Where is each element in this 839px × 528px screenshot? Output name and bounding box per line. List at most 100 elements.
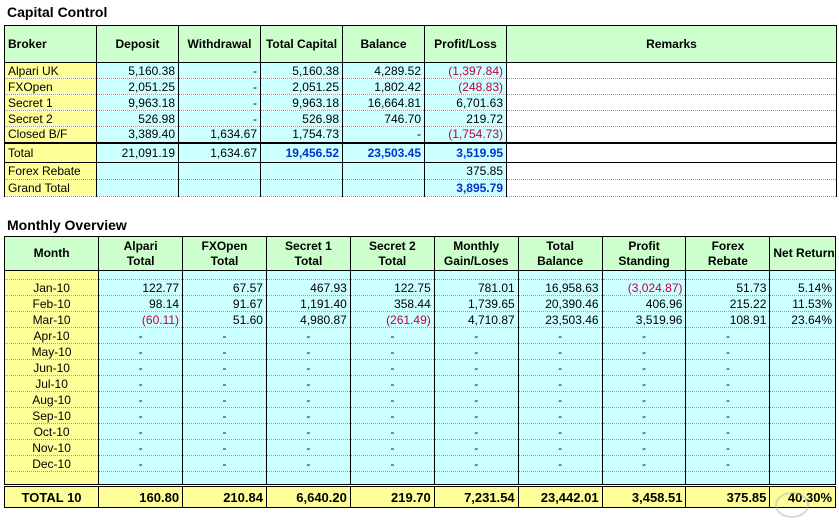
- value-cell: -: [265, 423, 351, 440]
- value-cell: 5.14%: [769, 279, 836, 296]
- deposit-cell: 5,160.38: [96, 62, 179, 79]
- value-cell: [98, 471, 184, 486]
- value-cell: -: [349, 439, 435, 456]
- value-cell: 358.44: [349, 295, 435, 312]
- value-cell: 1,191.40: [265, 295, 351, 312]
- value-cell: [98, 270, 184, 280]
- total-capital-cell: 9,963.18: [260, 94, 343, 111]
- header-line: Forex: [711, 238, 745, 253]
- value-cell: -: [182, 439, 267, 456]
- month-row: Jun-10- - - - - - - -: [3, 359, 836, 376]
- header-line: Gain/Loses: [443, 253, 509, 268]
- value-cell: [182, 270, 267, 280]
- value-cell: -: [601, 455, 687, 472]
- value-cell: [769, 439, 836, 456]
- month-cell: Jul-10: [3, 375, 100, 392]
- header-line: Total: [378, 253, 407, 268]
- value-cell: 23.64%: [769, 311, 836, 328]
- capital-header-row: Broker Deposit Withdrawal Total Capital …: [4, 25, 837, 63]
- empty-cell: [178, 162, 261, 180]
- total-withdrawal: 1,634.67: [178, 141, 261, 163]
- month-cell: [3, 270, 100, 280]
- monthly-header-6: Total Balance: [517, 236, 603, 271]
- value-cell: -: [517, 375, 603, 392]
- header-line: Month: [33, 246, 70, 260]
- value-cell: 23,503.46: [517, 311, 603, 328]
- monthly-header-2: FXOpen Total: [182, 236, 267, 271]
- header-line: Balance: [537, 253, 584, 268]
- value-cell: 98.14: [98, 295, 184, 312]
- empty-cell: [178, 179, 261, 197]
- monthly-header-0: Month: [3, 236, 100, 271]
- broker-name: Secret 1: [4, 94, 97, 111]
- value-cell: -: [433, 423, 519, 440]
- empty-cell: [96, 162, 179, 180]
- value-cell: -: [265, 391, 351, 408]
- monthly-header-4: Secret 2 Total: [349, 236, 435, 271]
- value-cell: [769, 455, 836, 472]
- value-cell: -: [601, 423, 687, 440]
- remarks-cell: [506, 179, 837, 197]
- value-cell: -: [265, 439, 351, 456]
- value-cell: [265, 471, 351, 486]
- broker-name: Secret 2: [4, 110, 97, 127]
- value-cell: -: [517, 359, 603, 376]
- value-cell: -: [98, 391, 184, 408]
- value-cell: -: [517, 439, 603, 456]
- monthly-header-9: Net Return: [769, 236, 836, 271]
- monthly-overview-title: Monthly Overview: [7, 217, 127, 233]
- value-cell: 108.91: [685, 311, 771, 328]
- month-row: Mar-10 (60.11) 51.60 4,980.87 (261.49) 4,710.…: [3, 311, 836, 328]
- value-cell: -: [601, 359, 687, 376]
- remarks-cell: [506, 78, 837, 95]
- header-line: Standing: [618, 253, 670, 268]
- value-cell: -: [601, 375, 687, 392]
- value-cell: 122.75: [349, 279, 435, 296]
- header-remarks: Remarks: [506, 25, 837, 63]
- value-cell: [769, 423, 836, 440]
- month-cell: Feb-10: [3, 295, 100, 312]
- value-cell: -: [265, 407, 351, 424]
- monthly-header-8: Forex Rebate: [685, 236, 771, 271]
- header-line: Net Return: [773, 246, 835, 260]
- value-cell: (3,024.87): [601, 279, 687, 296]
- value-cell: 215.22: [685, 295, 771, 312]
- value-cell: 4,710.87: [433, 311, 519, 328]
- profit-loss-cell: (1,397.84): [424, 62, 507, 79]
- monthly-header-5: Monthly Gain/Loses: [433, 236, 519, 271]
- remarks-cell: [506, 141, 837, 163]
- value-cell: -: [601, 407, 687, 424]
- value-cell: -: [182, 359, 267, 376]
- value-cell: -: [349, 407, 435, 424]
- value-cell: -: [98, 375, 184, 392]
- broker-name: Closed B/F: [4, 126, 97, 143]
- forex-rebate-value: 375.85: [424, 162, 507, 180]
- monthly-total-value: 160.80: [98, 484, 184, 508]
- broker-row: Alpari UK 5,160.38-5,160.38 4,289.52 (1,397…: [4, 62, 837, 79]
- month-cell: Jun-10: [3, 359, 100, 376]
- value-cell: -: [98, 455, 184, 472]
- value-cell: 67.57: [182, 279, 267, 296]
- value-cell: 3,519.96: [601, 311, 687, 328]
- total-capital-cell: 2,051.25: [260, 78, 343, 95]
- withdrawal-cell: -: [178, 94, 261, 111]
- value-cell: [349, 471, 435, 486]
- grand-total-row: Grand Total 3,895.79: [4, 179, 837, 197]
- total-profit-loss: 3,519.95: [424, 141, 507, 163]
- header-line: Monthly: [453, 238, 500, 253]
- remarks-cell: [506, 126, 837, 143]
- value-cell: -: [433, 327, 519, 344]
- value-cell: 781.01: [433, 279, 519, 296]
- header-line: Profit: [628, 238, 660, 253]
- value-cell: [685, 471, 771, 486]
- header-line: Secret 1: [285, 238, 332, 253]
- spacer-row: [3, 471, 836, 486]
- value-cell: -: [182, 343, 267, 360]
- header-line: Total: [126, 253, 155, 268]
- value-cell: 1,739.65: [433, 295, 519, 312]
- monthly-total-value: 6,640.20: [265, 484, 351, 508]
- withdrawal-cell: 1,634.67: [178, 126, 261, 143]
- capital-total-row: Total 21,091.19 1,634.67 19,456.52 23,503.45…: [4, 141, 837, 163]
- value-cell: -: [685, 375, 771, 392]
- broker-name: Alpari UK: [4, 62, 97, 79]
